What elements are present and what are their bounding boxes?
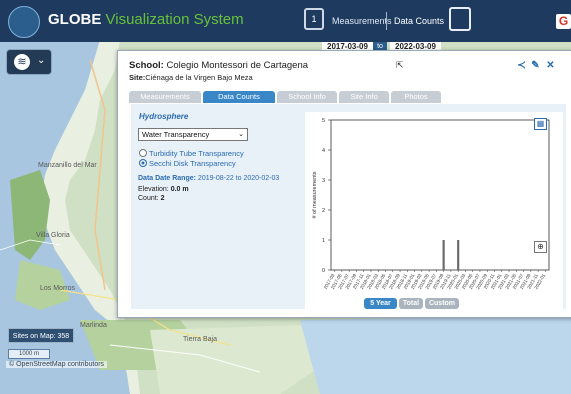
app-title: GLOBE Visualization System (48, 11, 244, 28)
layers-button[interactable]: ≋ ⌄ (6, 49, 52, 75)
edit-icon[interactable]: ✎ (530, 60, 541, 71)
total-button[interactable]: Total (399, 298, 423, 309)
data-counts-toggle[interactable]: Data Counts (394, 16, 444, 26)
plot-area (330, 119, 550, 271)
tab-measurements[interactable]: Measurements (129, 91, 201, 103)
map-attribution[interactable]: © OpenStreetMap contributors (6, 361, 108, 368)
y-tick-label: 4 (322, 148, 325, 154)
divider (386, 12, 387, 30)
site-detail-panel: School: Colegio Montessori de Cartagena … (117, 50, 571, 318)
data-count-chart: 0 1 2 3 4 5 # of measurements 2017-03 2017-05 201… (305, 112, 563, 309)
layers-icon: ≋ (14, 54, 30, 70)
tab-photos[interactable]: Photos (391, 91, 441, 103)
data-date-range: Data Date Range: 2019-08-22 to 2020-02-0… (138, 175, 280, 182)
data-counts-calendar-icon[interactable] (449, 7, 471, 31)
zoom-icon[interactable]: ⊕ (534, 241, 547, 253)
tab-site-info[interactable]: Site Info (339, 91, 389, 103)
tab-school-info[interactable]: School Info (277, 91, 337, 103)
share-icon[interactable]: ≺ (516, 60, 527, 71)
calendar-icon[interactable]: 1 (304, 8, 324, 30)
map-place-label: Villa Gloria (36, 232, 70, 239)
map-place-label: Los Morros (40, 285, 76, 292)
close-icon[interactable]: ✕ (545, 60, 556, 71)
globe-logo-icon[interactable] (8, 6, 40, 38)
school-heading: School: Colegio Montessori de Cartagena (129, 60, 309, 71)
map-place-label: Marlinda (80, 322, 107, 329)
external-link-icon[interactable]: ⇱ (396, 60, 404, 71)
y-axis-label: # of measurements (312, 171, 318, 218)
table-icon[interactable]: ▦ (534, 118, 547, 130)
chevron-down-icon: ⌄ (238, 131, 244, 138)
map-place-label: Manzanillo del Mar (38, 162, 97, 169)
sites-on-map-button[interactable]: Sites on Map: 358 (8, 328, 74, 343)
radio-turbidity-tube[interactable]: Turbidity Tube Transparency (139, 149, 244, 158)
bar-chart: 012345# of measurements2017-032017-05201… (312, 118, 550, 290)
bar (457, 240, 460, 270)
chevron-down-icon: ⌄ (37, 55, 46, 66)
radio-button[interactable] (139, 149, 147, 157)
five-year-button[interactable]: 5 Year (364, 298, 397, 309)
site-heading: Site:Ciénaga de la Virgen Bajo Meza (129, 73, 253, 82)
radio-secchi-disk[interactable]: Secchi Disk Transparency (139, 159, 236, 168)
data-counts-content: Hydrosphere Water Transparency ⌄ Turbidit… (131, 104, 566, 309)
y-tick-label: 3 (322, 178, 325, 184)
count: Count: 2 (138, 195, 165, 202)
y-tick-label: 1 (322, 238, 325, 244)
measurements-toggle[interactable]: Measurements (332, 16, 392, 26)
bar (442, 240, 445, 270)
y-tick-label: 0 (322, 268, 325, 274)
custom-button[interactable]: Custom (425, 298, 459, 309)
y-tick-label: 2 (322, 208, 325, 214)
y-tick-label: 5 (322, 118, 325, 124)
map-place-label: Tierra Baja (183, 336, 217, 343)
google-icon[interactable]: G (556, 14, 571, 29)
map-scale: 1000 m (8, 349, 50, 359)
tab-data-counts[interactable]: Data Counts (203, 91, 275, 103)
radio-button-selected[interactable] (139, 159, 147, 167)
elevation: Elevation: 0.0 m (138, 186, 189, 193)
protocol-select[interactable]: Water Transparency ⌄ (138, 128, 248, 141)
top-bar: GLOBE Visualization System 1 Measurement… (0, 0, 571, 42)
protocol-group-label: Hydrosphere (139, 112, 189, 121)
